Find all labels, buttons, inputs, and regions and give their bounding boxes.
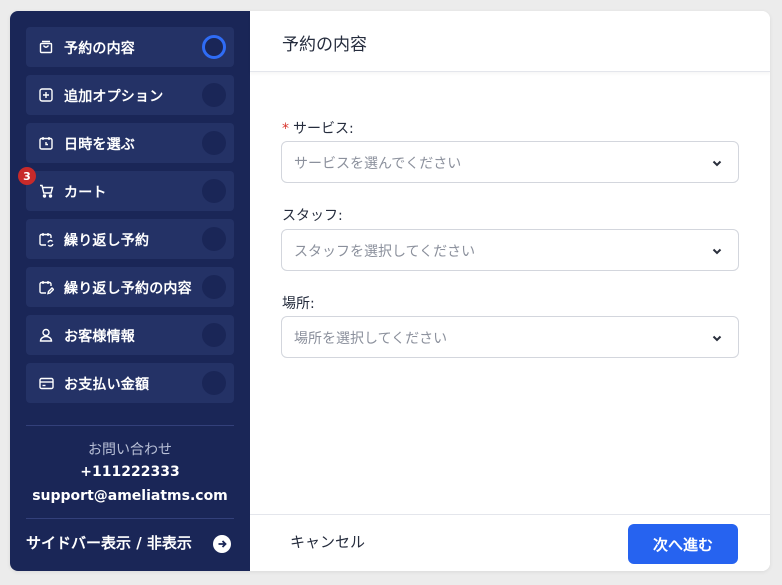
sidebar-item-label: お客様情報 [64, 329, 135, 345]
location-label: 場所: [282, 296, 315, 312]
step-indicator [202, 323, 226, 347]
main-panel: 予約の内容 * サービス: サービスを選んでください スタッフ: スタッフを選択し… [250, 11, 770, 571]
sidebar-divider [26, 518, 234, 519]
cart-icon [36, 181, 56, 201]
sidebar-item-label: カート [64, 185, 107, 201]
step-indicator [202, 275, 226, 299]
step-indicator-active [202, 35, 226, 59]
cart-count-badge: 3 [18, 167, 36, 185]
sidebar-item-label: 日時を選ぶ [64, 137, 135, 153]
step-indicator [202, 131, 226, 155]
sidebar-item-label: 繰り返し予約 [64, 233, 150, 249]
calendar-edit-icon [36, 277, 56, 297]
chevron-down-icon [712, 160, 722, 167]
service-placeholder: サービスを選んでください [294, 156, 462, 172]
sidebar-item-payment[interactable]: お支払い金額 [26, 363, 234, 403]
staff-label: スタッフ: [282, 208, 343, 224]
cancel-button[interactable]: キャンセル [290, 531, 365, 552]
service-select[interactable]: サービスを選んでください [281, 141, 739, 183]
sidebar: 予約の内容 追加オプション 日時を選ぶ カート 3 繰り返し予約 繰り返し予約の… [10, 11, 250, 571]
next-step-button[interactable]: 次へ進む [628, 524, 738, 564]
footer: キャンセル 次へ進む [250, 514, 770, 571]
calendar-repeat-icon [36, 229, 56, 249]
main-header: 予約の内容 [250, 11, 770, 72]
location-select[interactable]: 場所を選択してください [281, 316, 739, 358]
page-title: 予約の内容 [282, 35, 367, 55]
staff-placeholder: スタッフを選択してください [294, 244, 476, 260]
sidebar-item-extras[interactable]: 追加オプション [26, 75, 234, 115]
staff-select[interactable]: スタッフを選択してください [281, 229, 739, 271]
sidebar-item-label: お支払い金額 [64, 377, 150, 393]
sidebar-divider [26, 425, 234, 426]
shopping-bag-icon [36, 37, 56, 57]
step-indicator [202, 83, 226, 107]
sidebar-item-label: 予約の内容 [64, 41, 135, 57]
contact-email[interactable]: support@ameliatms.com [10, 488, 250, 504]
service-label: * サービス: [282, 121, 354, 137]
sidebar-item-label: 追加オプション [64, 89, 164, 105]
sidebar-toggle-label[interactable]: サイドバー表示 / 非表示 [26, 532, 192, 553]
required-mark: * [282, 121, 289, 137]
contact-title: お問い合わせ [88, 442, 172, 458]
arrow-right-circle-icon[interactable] [213, 535, 231, 553]
sidebar-item-label: 繰り返し予約の内容 [64, 281, 192, 297]
step-indicator [202, 227, 226, 251]
chevron-down-icon [712, 335, 722, 342]
sidebar-item-booking-details[interactable]: 予約の内容 [26, 27, 234, 67]
sidebar-item-recurring-details[interactable]: 繰り返し予約の内容 [26, 267, 234, 307]
credit-card-icon [36, 373, 56, 393]
step-indicator [202, 371, 226, 395]
chevron-down-icon [712, 248, 722, 255]
step-indicator [202, 179, 226, 203]
location-placeholder: 場所を選択してください [294, 331, 448, 347]
plus-square-icon [36, 85, 56, 105]
sidebar-item-date-time[interactable]: 日時を選ぶ [26, 123, 234, 163]
sidebar-item-recurring[interactable]: 繰り返し予約 [26, 219, 234, 259]
contact-phone[interactable]: +111222333 [10, 464, 250, 480]
booking-window: 予約の内容 追加オプション 日時を選ぶ カート 3 繰り返し予約 繰り返し予約の… [10, 11, 770, 571]
user-icon [36, 325, 56, 345]
calendar-clock-icon [36, 133, 56, 153]
sidebar-item-customer-info[interactable]: お客様情報 [26, 315, 234, 355]
sidebar-item-cart[interactable]: カート [26, 171, 234, 211]
